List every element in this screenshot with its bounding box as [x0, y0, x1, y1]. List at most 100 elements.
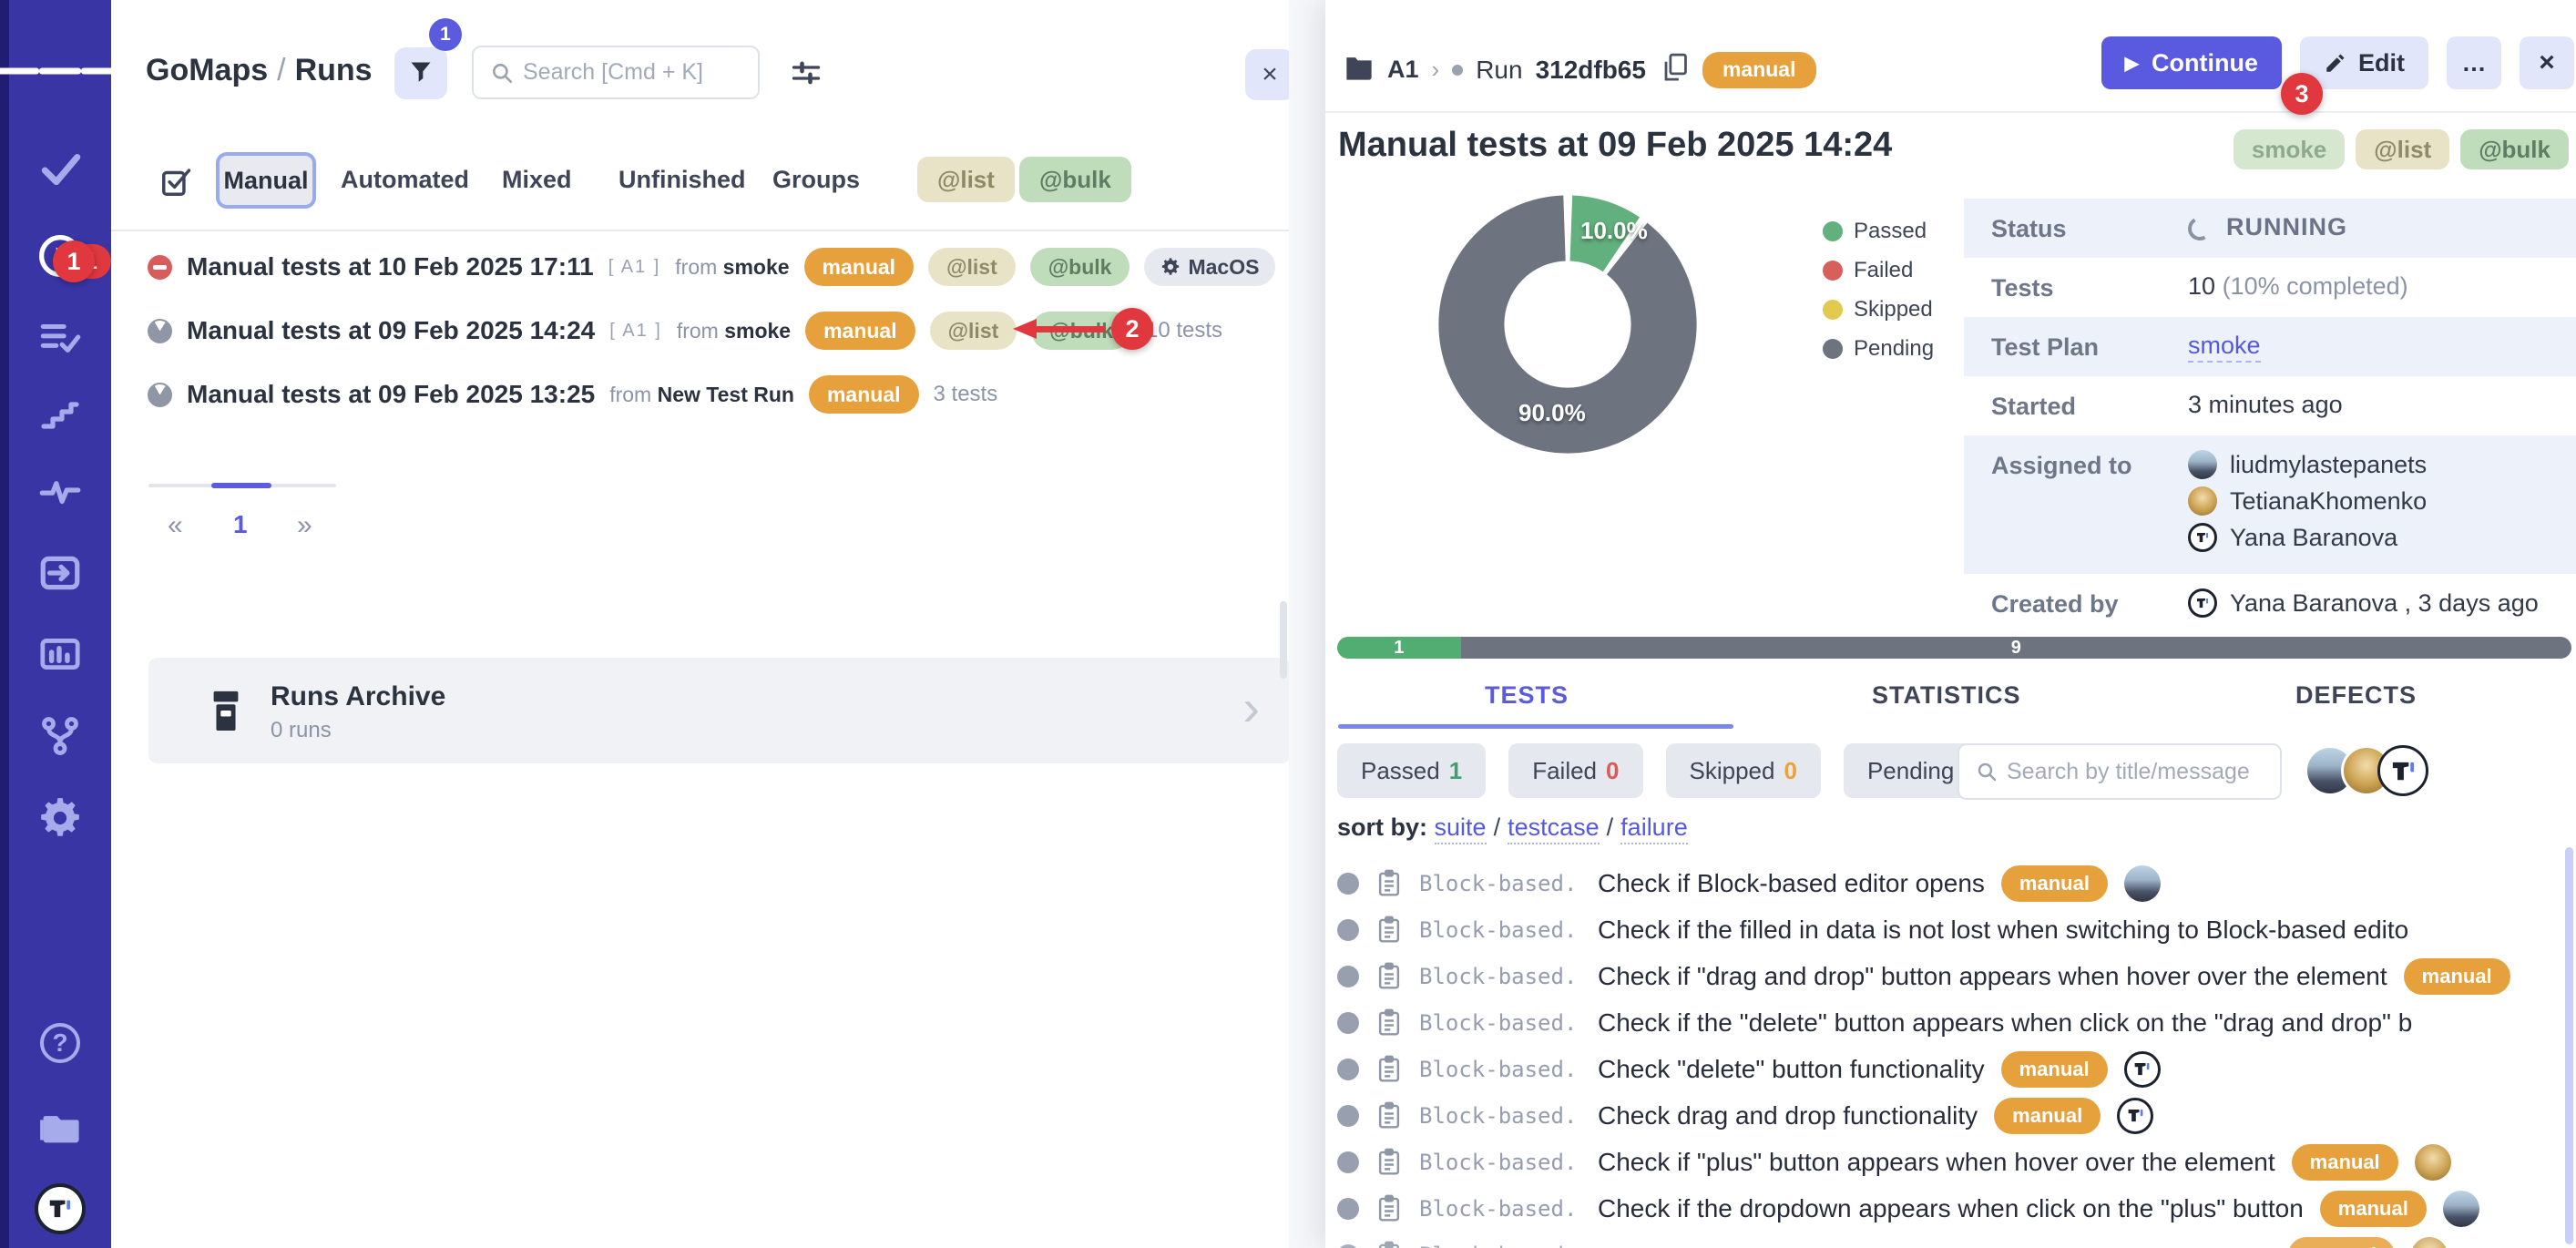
tests-search[interactable] — [1958, 743, 2282, 800]
run-tag-list: @list — [930, 312, 1017, 350]
pagination-indicator — [211, 483, 271, 488]
pagination-next[interactable]: » — [297, 510, 312, 541]
filter-button[interactable] — [394, 47, 447, 99]
tab-mixed[interactable]: Mixed — [502, 166, 572, 194]
sort-by-testcase[interactable]: testcase — [1508, 813, 1600, 844]
run-tag-list: @list — [928, 248, 1016, 286]
pagination-prev[interactable]: « — [168, 510, 183, 541]
menu-icon[interactable] — [0, 64, 123, 79]
milestones-stairs-icon[interactable] — [38, 390, 82, 434]
sort-by-failure[interactable]: failure — [1620, 813, 1688, 844]
result-filters: Passed1 Failed0 Skipped0 Pending9 — [1337, 743, 2000, 798]
run-details-panel: A1 › Run 312dfb65 manual ▶ Continue Edit… — [1325, 0, 2576, 1248]
filter-skipped[interactable]: Skipped0 — [1666, 743, 1821, 798]
search-icon — [1976, 761, 1998, 783]
test-status-pending-icon — [1337, 873, 1359, 895]
test-status-pending-icon — [1337, 966, 1359, 987]
test-row[interactable]: Block-based... Check if the dropdown app… — [1337, 1186, 2576, 1232]
tests-scrollbar[interactable] — [2565, 847, 2573, 1244]
tab-tests[interactable]: TESTS — [1485, 681, 1569, 710]
help-icon[interactable]: ? — [40, 1023, 80, 1063]
pencil-icon — [2324, 51, 2347, 75]
test-row-partial[interactable]: Block-based... manual — [1337, 1233, 2576, 1248]
assignee-avatar-stack[interactable] — [2305, 745, 2428, 796]
run-row[interactable]: Manual tests at 10 Feb 2025 17:11 [ A1 ]… — [111, 235, 1289, 299]
clipboard-icon — [1375, 916, 1403, 945]
traceability-branch-icon[interactable] — [37, 713, 83, 759]
projects-folder-icon[interactable] — [36, 1103, 84, 1151]
tab-statistics[interactable]: STATISTICS — [1872, 681, 2021, 710]
clipboard-icon — [1375, 1055, 1403, 1084]
annotation-circle-2: 2 — [1111, 308, 1153, 350]
clipboard-icon — [1375, 1101, 1403, 1130]
chevron-right-icon: › — [1242, 678, 1260, 737]
tag-chip-list[interactable]: @list — [917, 157, 1015, 202]
run-info-table: Status RUNNING Tests 10 (10% completed) … — [1964, 199, 2576, 639]
play-icon: ▶ — [2125, 52, 2139, 75]
test-row[interactable]: Block-based... Check if "drag and drop" … — [1337, 954, 2576, 999]
badge-bulk: @bulk — [2460, 129, 2569, 169]
test-row[interactable]: Block-based... Check if Block-based edit… — [1337, 861, 2576, 906]
testcases-check-icon[interactable] — [37, 146, 83, 191]
annotation-arrow-head — [1013, 319, 1037, 339]
tests-search-input[interactable] — [2007, 759, 2280, 785]
run-row[interactable]: Manual tests at 09 Feb 2025 13:25 from N… — [111, 363, 1289, 426]
active-tab-underline — [1338, 724, 1733, 729]
requirements-login-icon[interactable] — [37, 550, 83, 596]
run-status-stopped-icon — [148, 255, 172, 280]
pagination-page-1[interactable]: 1 — [233, 510, 248, 539]
close-run-button[interactable]: × — [2520, 36, 2574, 89]
test-status-pending-icon — [1337, 1059, 1359, 1080]
spinner-icon — [2185, 214, 2214, 243]
archive-icon — [205, 687, 247, 739]
breadcrumb-suite[interactable]: A1 — [1387, 56, 1419, 84]
test-row[interactable]: Block-based... Check drag and drop funct… — [1337, 1093, 2576, 1139]
test-row[interactable]: Block-based... Check if the "delete" but… — [1337, 1000, 2576, 1046]
runs-archive-card[interactable]: Runs Archive 0 runs › — [148, 658, 1289, 763]
runs-search[interactable] — [472, 46, 760, 99]
breadcrumb-page: Runs — [295, 53, 373, 87]
breadcrumb-project[interactable]: GoMaps — [146, 53, 268, 87]
run-badges: smoke @list @bulk — [2234, 129, 2569, 169]
assignee-avatar — [2124, 865, 2161, 902]
filter-passed[interactable]: Passed1 — [1337, 743, 1486, 798]
tab-manual[interactable]: Manual — [216, 152, 316, 209]
runs-list-panel: GoMaps/Runs 1 × Manual Automated Mixed U… — [111, 0, 1289, 1248]
copy-icon[interactable] — [1659, 51, 1690, 88]
runs-search-input[interactable] — [523, 59, 758, 86]
test-plans-icon[interactable] — [37, 315, 83, 361]
more-button[interactable]: … — [2447, 36, 2501, 89]
run-status-progress-icon — [148, 319, 172, 343]
run-status-progress-icon — [148, 383, 172, 407]
info-row-tests: Tests 10 (10% completed) — [1964, 258, 2576, 317]
tag-chip-bulk[interactable]: @bulk — [1019, 157, 1131, 202]
tab-unfinished[interactable]: Unfinished — [618, 166, 746, 194]
test-type-badge: manual — [2320, 1191, 2427, 1227]
test-row[interactable]: Block-based... Check "delete" button fun… — [1337, 1047, 2576, 1092]
test-row[interactable]: Block-based... Check if "plus" button ap… — [1337, 1140, 2576, 1185]
sort-by-suite[interactable]: suite — [1435, 813, 1487, 844]
runs-scrollbar[interactable] — [1280, 601, 1287, 679]
view-settings-icon[interactable] — [790, 56, 823, 94]
info-row-assigned: Assigned to liudmylastepanets TetianaKho… — [1964, 435, 2576, 574]
continue-button[interactable]: ▶ Continue — [2101, 36, 2282, 89]
test-row[interactable]: Block-based... Check if the filled in da… — [1337, 907, 2576, 953]
tab-automated[interactable]: Automated — [341, 166, 469, 194]
tab-defects[interactable]: DEFECTS — [2295, 681, 2417, 710]
tab-groups[interactable]: Groups — [772, 166, 860, 194]
assignee-avatar — [2443, 1191, 2479, 1227]
archive-count: 0 runs — [271, 718, 332, 743]
divider — [111, 230, 1289, 231]
annotation-circle-1: 1 — [53, 240, 95, 282]
results-donut-chart: 10.0% 90.0% — [1435, 191, 1701, 457]
close-panel-button[interactable]: × — [1245, 49, 1289, 100]
user-avatar-logo[interactable] — [35, 1183, 86, 1234]
test-plan-link[interactable]: smoke — [2188, 332, 2261, 363]
filter-failed[interactable]: Failed0 — [1508, 743, 1642, 798]
app-root: 1 ? GoMaps/Runs — [0, 0, 2576, 1248]
settings-gear-icon[interactable] — [37, 795, 83, 841]
reports-chart-icon[interactable] — [37, 631, 83, 677]
select-all-icon[interactable] — [159, 164, 194, 203]
activity-pulse-icon[interactable] — [37, 467, 83, 513]
run-type-badge: manual — [804, 248, 915, 286]
